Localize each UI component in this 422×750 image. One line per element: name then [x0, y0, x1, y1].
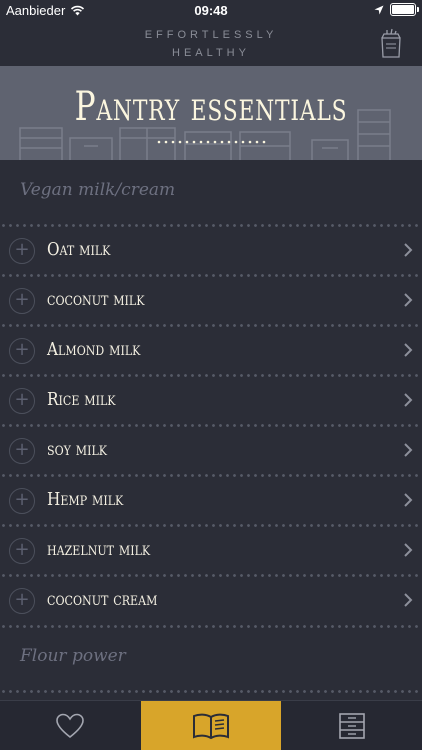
plus-circle-icon[interactable]: + — [9, 588, 35, 614]
chevron-right-icon — [404, 243, 413, 257]
battery-icon — [390, 3, 419, 16]
tab-recipes[interactable] — [141, 701, 281, 750]
brand-logo: EFFORTLESSLY HEALTHY — [0, 26, 422, 62]
app-header: EFFORTLESSLY HEALTHY — [0, 22, 422, 66]
location-arrow-icon — [374, 5, 384, 14]
list-item-label: coconut milk — [47, 289, 145, 310]
plus-circle-icon[interactable]: + — [9, 538, 35, 564]
list-item-oat-milk[interactable]: + Oat milk — [0, 227, 422, 277]
list-item-label: Rice milk — [47, 389, 116, 410]
list-item-label: Oat milk — [47, 239, 111, 260]
list-item-coconut-milk[interactable]: + coconut milk — [0, 277, 422, 327]
pantry-cabinet-icon — [339, 713, 365, 739]
status-bar: Aanbieder 09:48 — [0, 0, 422, 22]
chevron-right-icon — [404, 393, 413, 407]
list-item-label: Almond milk — [47, 339, 141, 360]
list-item-rice-milk[interactable]: + Rice milk — [0, 377, 422, 427]
list-item-coconut-cream[interactable]: + coconut cream — [0, 577, 422, 627]
plus-circle-icon[interactable]: + — [9, 438, 35, 464]
tab-favorites[interactable] — [0, 701, 140, 750]
section-divider — [0, 690, 422, 693]
plus-circle-icon[interactable]: + — [9, 488, 35, 514]
grocery-bag-icon[interactable] — [378, 28, 404, 58]
section-header-vegan-milk: Vegan milk/cream — [20, 180, 176, 200]
open-book-icon — [193, 713, 229, 740]
section-header-flour-power: Flour power — [20, 646, 126, 666]
list-item-hazelnut-milk[interactable]: + hazelnut milk — [0, 527, 422, 577]
status-right — [374, 3, 419, 16]
plus-circle-icon[interactable]: + — [9, 338, 35, 364]
list-item-label: coconut cream — [47, 589, 158, 610]
list-item-soy-milk[interactable]: + soy milk — [0, 427, 422, 477]
chevron-right-icon — [404, 493, 413, 507]
chevron-right-icon — [404, 343, 413, 357]
chevron-right-icon — [404, 293, 413, 307]
tab-pantry[interactable] — [282, 701, 422, 750]
plus-circle-icon[interactable]: + — [9, 388, 35, 414]
heart-icon — [56, 713, 84, 739]
status-time: 09:48 — [194, 3, 228, 18]
plus-circle-icon[interactable]: + — [9, 288, 35, 314]
list-item-label: soy milk — [47, 439, 108, 460]
page-title: Pantry essentials — [74, 84, 348, 130]
chevron-right-icon — [404, 593, 413, 607]
item-divider — [0, 625, 422, 628]
brand-line-1: EFFORTLESSLY — [144, 29, 278, 41]
list-item-label: Hemp milk — [47, 489, 124, 510]
app-screen: Aanbieder 09:48 EFFORTLESSLY HEALTHY Pan… — [0, 0, 422, 750]
plus-circle-icon[interactable]: + — [9, 238, 35, 264]
chevron-right-icon — [404, 543, 413, 557]
list-item-hemp-milk[interactable]: + Hemp milk — [0, 477, 422, 527]
page-banner: Pantry essentials — [0, 66, 422, 160]
chevron-right-icon — [404, 443, 413, 457]
list-item-almond-milk[interactable]: + Almond milk — [0, 327, 422, 377]
brand-line-2: HEALTHY — [172, 47, 250, 59]
list-item-label: hazelnut milk — [47, 539, 151, 560]
tab-bar — [0, 700, 422, 750]
